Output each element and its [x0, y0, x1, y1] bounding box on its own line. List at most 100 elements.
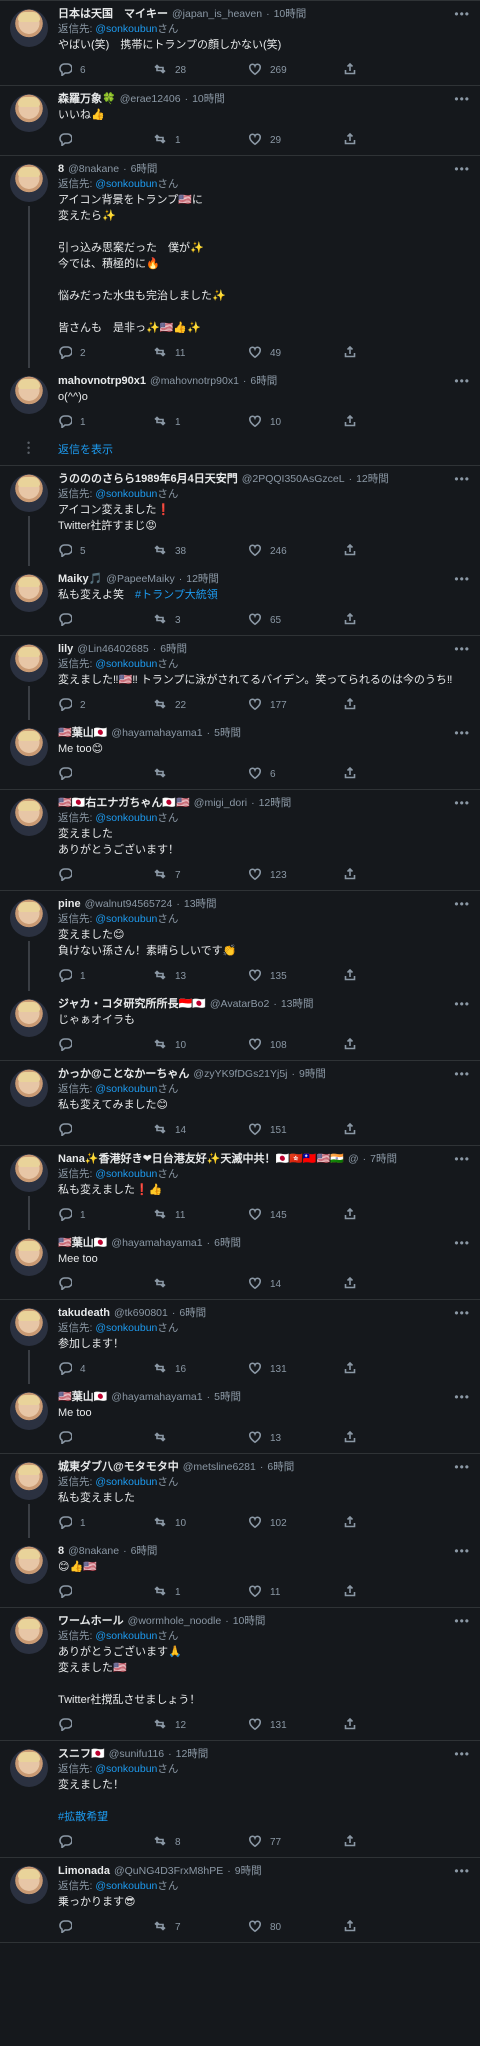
- tweet-time[interactable]: 9時間: [235, 1864, 262, 1879]
- retweet-button[interactable]: 22: [153, 697, 248, 714]
- tweet[interactable]: Nana✨香港好き❤日台港友好✨天滅中共！🇯🇵🇭🇰🇹🇼🇺🇸🇮🇳 @ · 7時間 ••• 返…: [0, 1145, 480, 1230]
- tweet[interactable]: 8 @8nakane · 6時間 ••• 返信先: @sonkoubunさん アイコン背景を…: [0, 155, 480, 368]
- author-name[interactable]: 8: [58, 1544, 64, 1559]
- reply-button[interactable]: 6: [58, 62, 153, 79]
- author-name[interactable]: lily: [58, 642, 73, 657]
- author-handle[interactable]: @tk690801: [114, 1306, 168, 1321]
- like-button[interactable]: 135: [248, 968, 343, 985]
- tweet-time[interactable]: 13時間: [281, 997, 314, 1012]
- reply-button[interactable]: [58, 1122, 153, 1139]
- reply-button[interactable]: [58, 1037, 153, 1054]
- tweet[interactable]: lily @Lin46402685 · 6時間 ••• 返信先: @sonkoubunさん…: [0, 635, 480, 720]
- tweet[interactable]: 8 @8nakane · 6時間 ••• 😊👍🇺🇸 1 11: [0, 1538, 480, 1607]
- avatar[interactable]: [10, 899, 48, 937]
- author-name[interactable]: 🇺🇸🇯🇵右エナガちゃん🇯🇵🇺🇸: [58, 796, 190, 811]
- tweet-time[interactable]: 9時間: [299, 1067, 326, 1082]
- mention-link[interactable]: @sonkoubun: [95, 178, 157, 190]
- share-button[interactable]: [343, 968, 438, 985]
- author-name[interactable]: かっか@ことなかーちゃん: [58, 1067, 189, 1082]
- more-options-icon[interactable]: •••: [454, 472, 470, 486]
- tweet[interactable]: 🇺🇸葉山🇯🇵 @hayamahayama1 · 6時間 ••• Mee too 14: [0, 1230, 480, 1299]
- tweet[interactable]: ワームホール @wormhole_noodle · 10時間 ••• 返信先: @sonk…: [0, 1607, 480, 1740]
- share-button[interactable]: [343, 345, 438, 362]
- tweet[interactable]: Maiky🎵 @PapeeMaiky · 12時間 ••• 私も変えよ笑 #トランプ大統領…: [0, 566, 480, 635]
- show-replies-link[interactable]: • • • 返信を表示: [0, 437, 480, 465]
- author-handle[interactable]: @2PQQI350AsGzceL: [242, 472, 345, 487]
- like-button[interactable]: 29: [248, 132, 343, 149]
- share-button[interactable]: [343, 766, 438, 783]
- author-name[interactable]: mahovnotrp90x1: [58, 374, 146, 389]
- more-options-icon[interactable]: •••: [454, 1864, 470, 1878]
- like-button[interactable]: 80: [248, 1919, 343, 1936]
- mention-link[interactable]: @sonkoubun: [95, 812, 157, 824]
- retweet-button[interactable]: 38: [153, 543, 248, 560]
- author-handle[interactable]: @zyYK9fDGs21Yj5j: [193, 1067, 287, 1082]
- author-handle[interactable]: @metsline6281: [183, 1460, 256, 1475]
- tweet-time[interactable]: 13時間: [184, 897, 217, 912]
- author-name[interactable]: 8: [58, 162, 64, 177]
- author-name[interactable]: Nana✨香港好き❤日台港友好✨天滅中共！🇯🇵🇭🇰🇹🇼🇺🇸🇮🇳: [58, 1152, 344, 1167]
- tweet[interactable]: かっか@ことなかーちゃん @zyYK9fDGs21Yj5j · 9時間 ••• 返信先: …: [0, 1060, 480, 1145]
- author-name[interactable]: 🇺🇸葉山🇯🇵: [58, 726, 107, 741]
- retweet-button[interactable]: 10: [153, 1515, 248, 1532]
- retweet-button[interactable]: 11: [153, 1207, 248, 1224]
- author-handle[interactable]: @PapeeMaiky: [106, 572, 174, 587]
- share-button[interactable]: [343, 1430, 438, 1447]
- author-name[interactable]: Limonada: [58, 1864, 110, 1879]
- reply-button[interactable]: [58, 1919, 153, 1936]
- like-button[interactable]: 131: [248, 1361, 343, 1378]
- more-options-icon[interactable]: •••: [454, 897, 470, 911]
- tweet-time[interactable]: 6時間: [214, 1236, 241, 1251]
- retweet-button[interactable]: 12: [153, 1717, 248, 1734]
- like-button[interactable]: 177: [248, 697, 343, 714]
- like-button[interactable]: 108: [248, 1037, 343, 1054]
- author-handle[interactable]: @QuNG4D3FrxM8hPE: [114, 1864, 223, 1879]
- tweet-time[interactable]: 6時間: [131, 1544, 158, 1559]
- tweet-time[interactable]: 6時間: [250, 374, 277, 389]
- mention-link[interactable]: @sonkoubun: [95, 1083, 157, 1095]
- author-handle[interactable]: @Lin46402685: [77, 642, 148, 657]
- hashtag-link[interactable]: #トランプ大統領: [135, 589, 218, 601]
- avatar[interactable]: [10, 1462, 48, 1500]
- reply-button[interactable]: [58, 1584, 153, 1601]
- author-name[interactable]: 🇺🇸葉山🇯🇵: [58, 1236, 107, 1251]
- tweet[interactable]: 森羅万象🍀 @erae12406 · 10時間 ••• いいね👍 1 29: [0, 85, 480, 155]
- like-button[interactable]: 246: [248, 543, 343, 560]
- author-handle[interactable]: @AvatarBo2: [210, 997, 270, 1012]
- tweet-time[interactable]: 6時間: [131, 162, 158, 177]
- avatar[interactable]: [10, 798, 48, 836]
- mention-link[interactable]: @sonkoubun: [95, 1630, 157, 1642]
- author-name[interactable]: 日本は天国 マイキー: [58, 7, 168, 22]
- reply-button[interactable]: [58, 1834, 153, 1851]
- tweet-time[interactable]: 12時間: [186, 572, 219, 587]
- avatar[interactable]: [10, 376, 48, 414]
- tweet[interactable]: 🇺🇸葉山🇯🇵 @hayamahayama1 · 5時間 ••• Me too 13: [0, 1384, 480, 1453]
- author-name[interactable]: うのののさらら1989年6月4日天安門: [58, 472, 238, 487]
- more-options-icon[interactable]: •••: [454, 1390, 470, 1404]
- retweet-button[interactable]: 7: [153, 867, 248, 884]
- retweet-button[interactable]: 13: [153, 968, 248, 985]
- retweet-button[interactable]: [153, 1276, 248, 1293]
- mention-link[interactable]: @sonkoubun: [95, 1880, 157, 1892]
- author-handle[interactable]: @japan_is_heaven: [172, 7, 262, 22]
- more-options-icon[interactable]: •••: [454, 7, 470, 21]
- retweet-button[interactable]: 14: [153, 1122, 248, 1139]
- author-handle[interactable]: @hayamahayama1: [111, 1390, 202, 1405]
- reply-button[interactable]: [58, 132, 153, 149]
- author-handle[interactable]: @sunifu116: [109, 1747, 164, 1762]
- author-handle[interactable]: @walnut94565724: [85, 897, 173, 912]
- avatar[interactable]: [10, 574, 48, 612]
- retweet-button[interactable]: 7: [153, 1919, 248, 1936]
- avatar[interactable]: [10, 1749, 48, 1787]
- tweet[interactable]: mahovnotrp90x1 @mahovnotrp90x1 · 6時間 ••• o(^^…: [0, 368, 480, 437]
- retweet-button[interactable]: 8: [153, 1834, 248, 1851]
- author-handle[interactable]: @wormhole_noodle: [128, 1614, 222, 1629]
- more-options-icon[interactable]: •••: [454, 1236, 470, 1250]
- avatar[interactable]: [10, 1866, 48, 1904]
- tweet-time[interactable]: 5時間: [214, 1390, 241, 1405]
- retweet-button[interactable]: 10: [153, 1037, 248, 1054]
- author-handle[interactable]: @mahovnotrp90x1: [150, 374, 239, 389]
- share-button[interactable]: [343, 697, 438, 714]
- mention-link[interactable]: @sonkoubun: [95, 23, 157, 35]
- avatar[interactable]: [10, 1546, 48, 1584]
